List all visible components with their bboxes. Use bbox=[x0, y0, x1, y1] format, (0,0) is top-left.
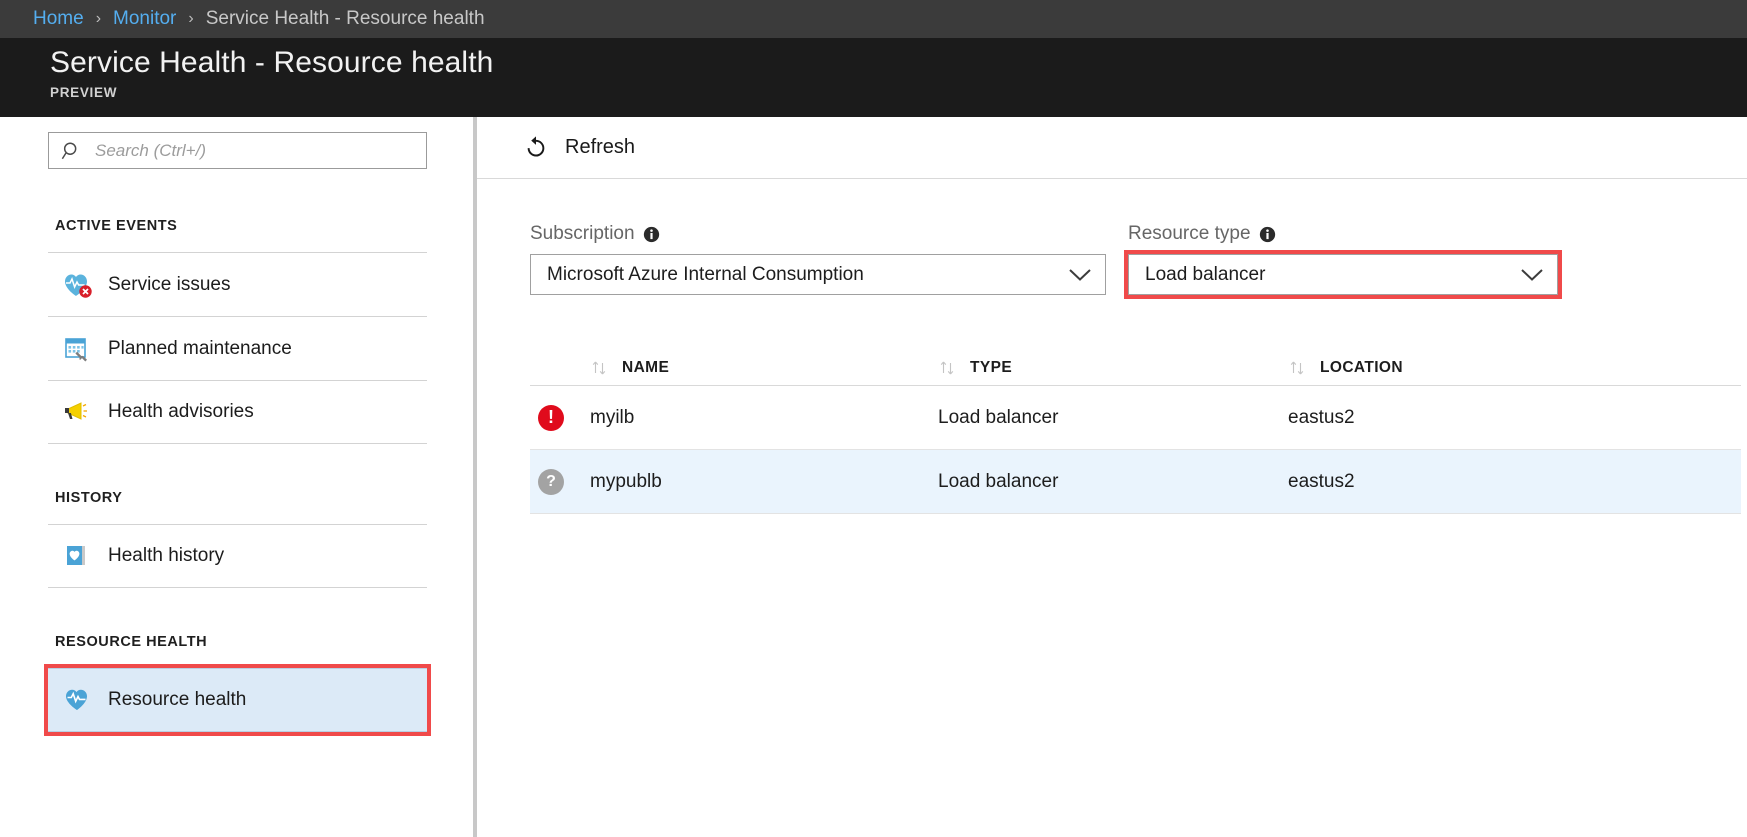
section-title-history: HISTORY bbox=[0, 490, 473, 506]
row-name-cell: myilb bbox=[590, 407, 938, 429]
breadcrumb-item-monitor[interactable]: Monitor bbox=[113, 8, 176, 30]
subscription-filter: Subscription Microsoft Azure Internal Co… bbox=[530, 223, 1106, 295]
row-status: ? bbox=[530, 469, 590, 495]
search-icon bbox=[49, 140, 95, 162]
breadcrumb-item-home[interactable]: Home bbox=[33, 8, 84, 30]
table-row[interactable]: ? mypublb Load balancer eastus2 bbox=[530, 450, 1741, 514]
error-icon: ! bbox=[538, 405, 564, 431]
row-status: ! bbox=[530, 405, 590, 431]
resource-type-label: Resource type bbox=[1128, 223, 1251, 245]
sidebar-item-label: Health history bbox=[108, 545, 224, 567]
info-icon[interactable] bbox=[643, 226, 660, 243]
table-row[interactable]: ! myilb Load balancer eastus2 bbox=[530, 386, 1741, 450]
row-location-cell: eastus2 bbox=[1288, 471, 1588, 493]
chevron-down-icon bbox=[1068, 267, 1092, 283]
sidebar-item-label: Service issues bbox=[108, 274, 231, 296]
info-icon[interactable] bbox=[1259, 226, 1276, 243]
sidebar-item-label: Planned maintenance bbox=[108, 338, 292, 360]
filter-bar: Subscription Microsoft Azure Internal Co… bbox=[477, 179, 1747, 295]
sidebar-item-resource-health[interactable]: Resource health bbox=[48, 668, 427, 732]
breadcrumb: Home › Monitor › Service Health - Resour… bbox=[0, 0, 1747, 38]
question-icon: ? bbox=[538, 469, 564, 495]
sidebar-search-wrap bbox=[0, 132, 473, 169]
column-header-label: LOCATION bbox=[1320, 359, 1403, 377]
search-input[interactable] bbox=[95, 141, 426, 161]
breadcrumb-separator-icon: › bbox=[188, 10, 193, 28]
column-header-location[interactable]: LOCATION bbox=[1288, 358, 1588, 378]
subscription-value: Microsoft Azure Internal Consumption bbox=[547, 264, 864, 286]
table-header-row: NAME TYPE bbox=[530, 350, 1741, 386]
resource-type-value: Load balancer bbox=[1145, 264, 1265, 286]
row-name-cell: mypublb bbox=[590, 471, 938, 493]
nav-group-resource-health: Resource health bbox=[0, 668, 473, 732]
nav-group-active-events: Service issues bbox=[0, 252, 473, 444]
subscription-label: Subscription bbox=[530, 223, 635, 245]
calendar-wrench-icon bbox=[48, 335, 108, 363]
sidebar-section-history: HISTORY Health history bbox=[0, 490, 473, 588]
column-header-type[interactable]: TYPE bbox=[938, 358, 1288, 378]
sidebar-item-planned-maintenance[interactable]: Planned maintenance bbox=[48, 316, 427, 380]
subscription-label-row: Subscription bbox=[530, 223, 1106, 245]
sidebar-item-service-issues[interactable]: Service issues bbox=[48, 252, 427, 316]
subscription-dropdown[interactable]: Microsoft Azure Internal Consumption bbox=[530, 254, 1106, 295]
resource-name: myilb bbox=[590, 407, 634, 428]
resources-table: NAME TYPE bbox=[477, 350, 1747, 514]
resource-type: Load balancer bbox=[938, 471, 1058, 492]
book-heart-icon bbox=[48, 542, 108, 570]
sort-icon bbox=[1288, 358, 1320, 378]
sort-icon bbox=[938, 358, 970, 378]
azure-portal-page: Home › Monitor › Service Health - Resour… bbox=[0, 0, 1747, 837]
page-title: Service Health - Resource health bbox=[50, 43, 1747, 83]
section-title-resource-health: RESOURCE HEALTH bbox=[0, 634, 473, 650]
resource-type-label-row: Resource type bbox=[1128, 223, 1558, 245]
sidebar-section-active-events: ACTIVE EVENTS Service issues bbox=[0, 218, 473, 444]
sidebar-item-health-history[interactable]: Health history bbox=[48, 524, 427, 588]
row-location-cell: eastus2 bbox=[1288, 407, 1588, 429]
refresh-icon bbox=[521, 133, 551, 163]
sidebar-item-health-advisories[interactable]: Health advisories bbox=[48, 380, 427, 444]
megaphone-icon bbox=[48, 398, 108, 426]
column-header-label: TYPE bbox=[970, 359, 1012, 377]
column-header-label: NAME bbox=[622, 359, 669, 377]
sidebar: ACTIVE EVENTS Service issues bbox=[0, 117, 477, 837]
resource-location: eastus2 bbox=[1288, 407, 1355, 428]
heart-pulse-icon bbox=[48, 686, 108, 714]
search-box[interactable] bbox=[48, 132, 427, 169]
heart-pulse-error-icon bbox=[48, 271, 108, 299]
sort-icon bbox=[590, 358, 622, 378]
sidebar-item-label: Resource health bbox=[108, 689, 246, 711]
breadcrumb-separator-icon: › bbox=[96, 10, 101, 28]
content-toolbar: Refresh bbox=[477, 117, 1747, 179]
column-header-name[interactable]: NAME bbox=[590, 358, 938, 378]
content-panel: Refresh Subscription bbox=[477, 117, 1747, 837]
row-type-cell: Load balancer bbox=[938, 471, 1288, 493]
sidebar-item-label: Health advisories bbox=[108, 401, 254, 423]
page-header: Service Health - Resource health PREVIEW bbox=[0, 38, 1747, 117]
section-title-active-events: ACTIVE EVENTS bbox=[0, 218, 473, 234]
resource-type-dropdown[interactable]: Load balancer bbox=[1128, 254, 1558, 295]
resource-type: Load balancer bbox=[938, 407, 1058, 428]
chevron-down-icon bbox=[1520, 267, 1544, 283]
row-type-cell: Load balancer bbox=[938, 407, 1288, 429]
breadcrumb-item-current: Service Health - Resource health bbox=[206, 8, 485, 30]
resource-type-filter: Resource type Load balancer bbox=[1128, 223, 1558, 295]
resource-name: mypublb bbox=[590, 471, 662, 492]
sidebar-section-resource-health: RESOURCE HEALTH Resource health bbox=[0, 634, 473, 732]
refresh-label: Refresh bbox=[565, 136, 635, 159]
nav-group-history: Health history bbox=[0, 524, 473, 588]
preview-badge: PREVIEW bbox=[50, 85, 1747, 100]
resource-location: eastus2 bbox=[1288, 471, 1355, 492]
refresh-button[interactable]: Refresh bbox=[521, 133, 635, 163]
